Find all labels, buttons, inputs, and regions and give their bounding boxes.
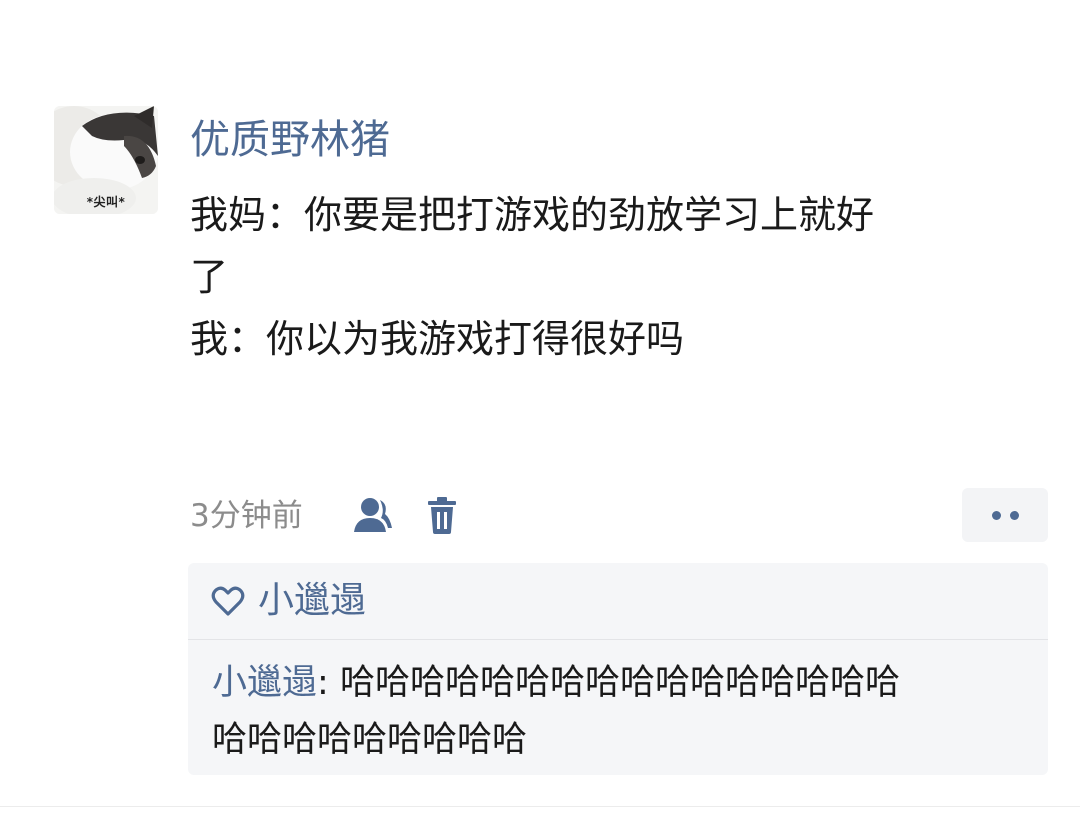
username[interactable]: 优质野林猪 (190, 112, 390, 168)
interaction-panel: 小邋遢 小邋遢: 哈哈哈哈哈哈哈哈哈哈哈哈哈哈哈哈 哈哈哈哈哈哈哈哈哈 (188, 563, 1048, 775)
comment-text: 哈哈哈哈哈哈哈哈哈哈哈哈哈哈哈哈 (339, 663, 900, 703)
more-button[interactable] (962, 488, 1048, 542)
post-body-line: 了 (190, 255, 229, 299)
avatar-caption: *尖叫* (86, 195, 126, 209)
comment-line: 哈哈哈哈哈哈哈哈哈 (212, 720, 528, 760)
avatar[interactable]: *尖叫* (54, 106, 158, 214)
more-dot (1009, 510, 1019, 520)
comment-separator: : (317, 663, 340, 703)
trash-icon[interactable] (420, 494, 464, 538)
post-body-line: 我：你以为我游戏打得很好吗 (190, 317, 685, 361)
post-timestamp: 3分钟前 (190, 498, 303, 534)
more-dot (991, 510, 1001, 520)
moments-post: *尖叫* 优质野林猪 我妈：你要是把打游戏的劲放学习上就好 了 我：你以为我游戏… (0, 0, 1080, 819)
post-body: 我妈：你要是把打游戏的劲放学习上就好 了 我：你以为我游戏打得很好吗 (190, 184, 1020, 370)
comment-line: 小邋遢: 哈哈哈哈哈哈哈哈哈哈哈哈哈哈哈哈 (212, 655, 1012, 712)
post-body-line: 我妈：你要是把打游戏的劲放学习上就好 (190, 193, 875, 237)
heart-icon (211, 586, 245, 616)
comment[interactable]: 小邋遢: 哈哈哈哈哈哈哈哈哈哈哈哈哈哈哈哈 哈哈哈哈哈哈哈哈哈 (212, 655, 1012, 769)
user-icon[interactable] (350, 494, 394, 538)
divider (0, 806, 1080, 807)
like-user-name[interactable]: 小邋遢 (258, 577, 366, 625)
likes-row: 小邋遢 (188, 563, 1048, 640)
comment-author[interactable]: 小邋遢 (212, 663, 317, 703)
